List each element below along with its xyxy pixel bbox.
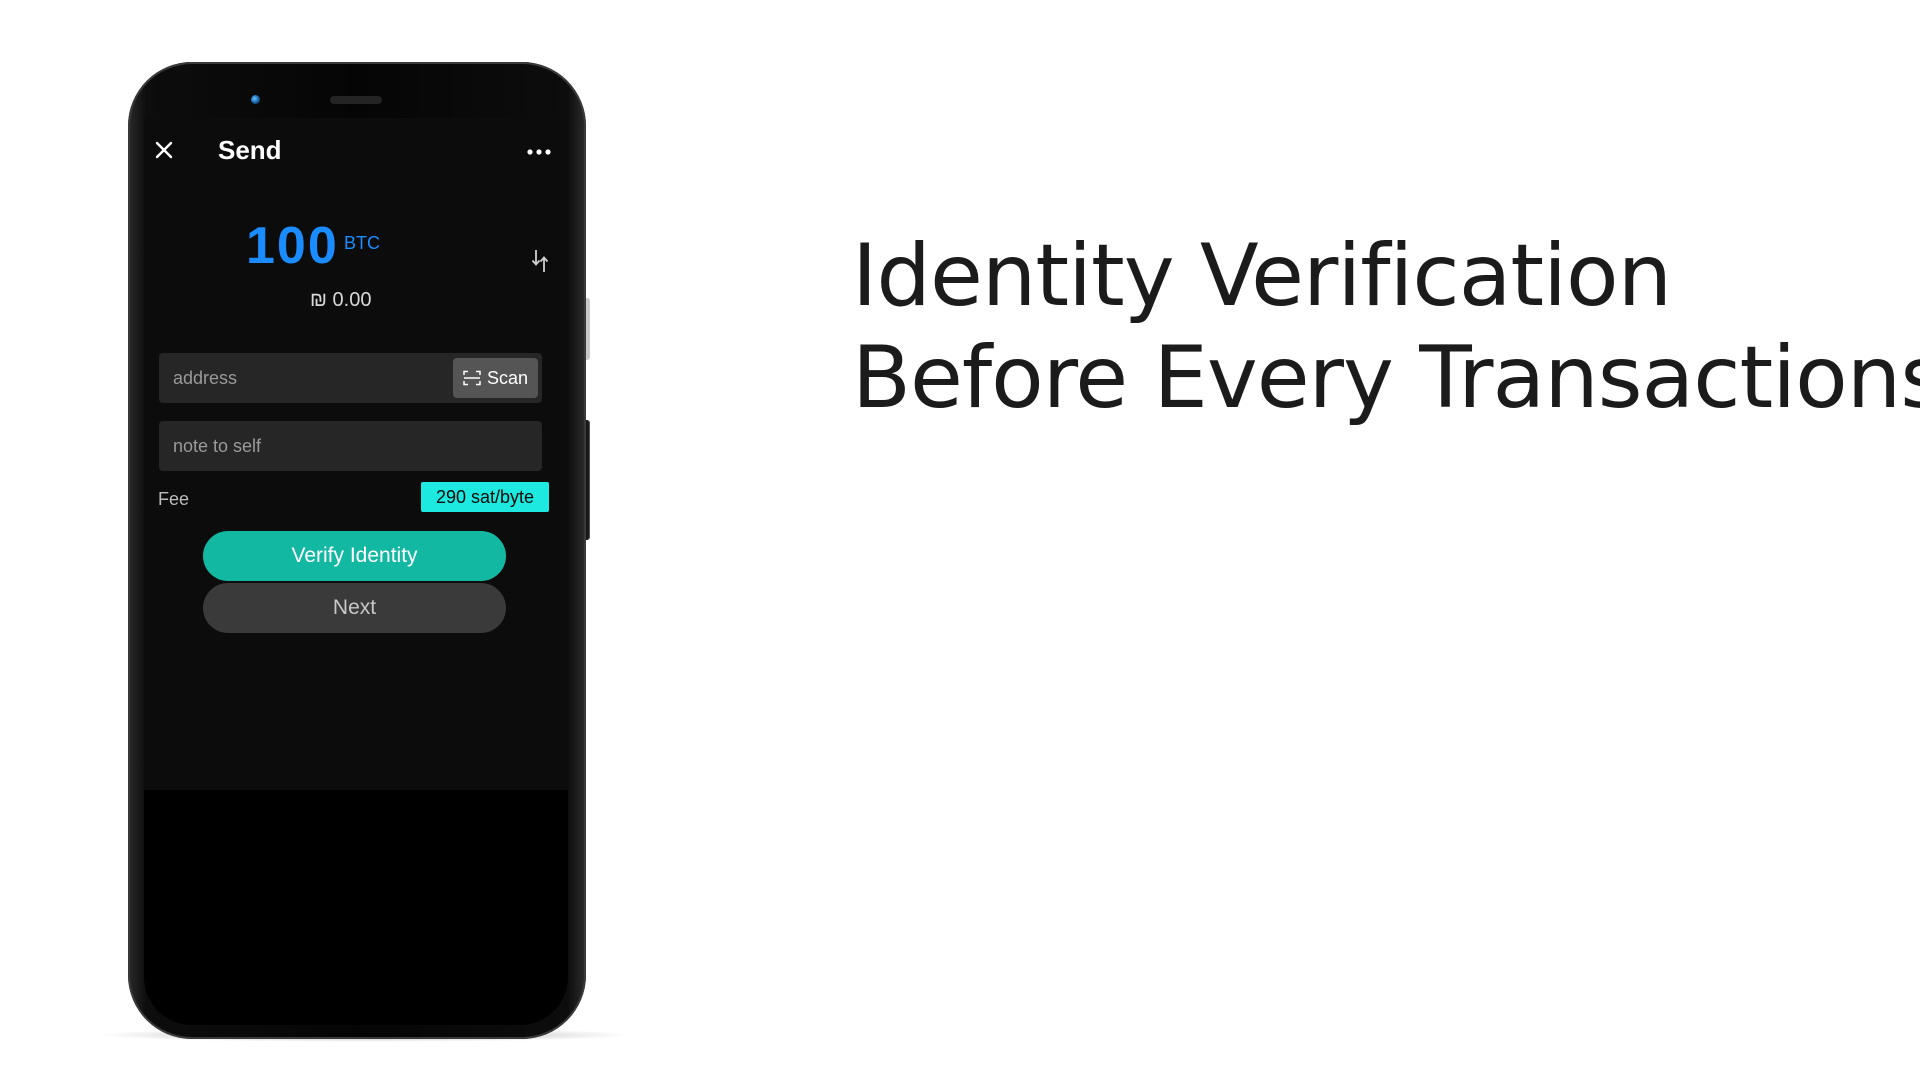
scan-label: Scan	[486, 367, 529, 388]
address-input[interactable]	[159, 353, 477, 403]
fee-label: Fee	[158, 489, 190, 509]
scan-frame-icon	[463, 370, 481, 386]
address-field: Scan	[159, 353, 542, 403]
swap-arrows-icon[interactable]	[528, 246, 552, 276]
headline-line-1: Identity Verification	[852, 226, 1672, 326]
verify-identity-button[interactable]: Verify Identity	[203, 531, 506, 581]
more-horizontal-icon[interactable]	[524, 140, 554, 164]
send-screen: Send 100 BTC ₪ 0.00 address Scan note to…	[144, 118, 568, 790]
front-camera	[251, 95, 260, 104]
stage: Send 100 BTC ₪ 0.00 address Scan note to…	[0, 0, 1920, 1080]
headline-line-2: Before Every Transactions	[852, 328, 1920, 428]
fiat-value: ₪ 0.00	[310, 289, 372, 311]
next-button[interactable]: Next	[203, 583, 506, 633]
amount-value[interactable]: 100	[246, 216, 339, 276]
note-field	[159, 421, 568, 471]
note-input[interactable]	[159, 421, 568, 471]
headline: Identity Verification Before Every Trans…	[852, 225, 1920, 429]
currency-code: BTC	[344, 233, 380, 253]
fee-rate-badge[interactable]: 290 sat/byte	[421, 482, 549, 512]
close-icon[interactable]	[150, 136, 178, 164]
earpiece-speaker	[330, 96, 382, 104]
phone-screen: Send 100 BTC ₪ 0.00 address Scan note to…	[144, 118, 568, 1025]
page-title: Send	[218, 135, 282, 165]
scan-button[interactable]: Scan	[453, 358, 538, 398]
